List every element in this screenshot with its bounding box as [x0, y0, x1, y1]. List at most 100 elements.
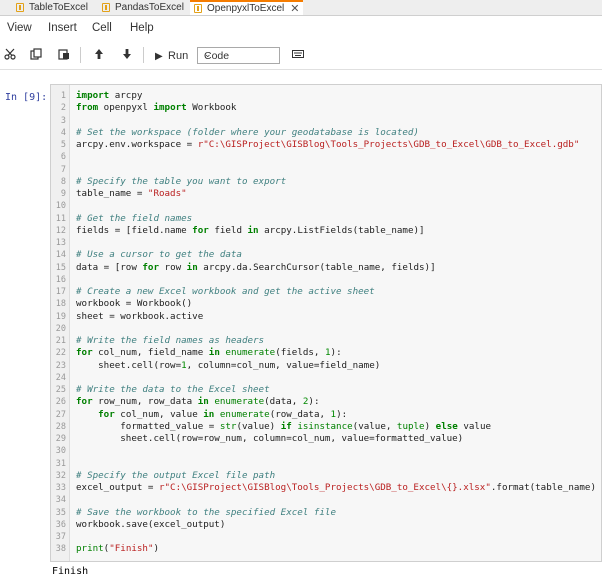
code-token: col_num, value [114, 408, 204, 420]
copy-icon[interactable] [30, 48, 42, 62]
line-number: 27 [55, 409, 66, 420]
code-token: # Create a new Excel workbook and get th… [76, 286, 375, 297]
menu-help[interactable]: Help [130, 22, 154, 34]
code-token: in [247, 224, 259, 236]
run-button[interactable]: ▶ Run [155, 48, 188, 62]
line-number: 17 [55, 287, 66, 297]
code-token: enumerate [214, 396, 265, 408]
code-token: col_num, field_name [92, 347, 209, 359]
code-text: sheet.cell(row=row_num, column=col_num, … [76, 433, 463, 445]
code-text: from openpyxl import Workbook [76, 102, 236, 114]
code-text: sheet = workbook.active [76, 311, 203, 323]
line-number: 15 [55, 262, 66, 273]
code-token: ) [424, 420, 436, 432]
line-number: 37 [55, 532, 66, 542]
code-text: # Write the field names as headers [76, 335, 264, 347]
code-text: # Get the field names [76, 213, 192, 225]
code-token: (fields, [275, 347, 325, 359]
code-text: for row_num, row_data in enumerate(data,… [76, 396, 320, 408]
code-token: tuple [396, 420, 425, 432]
code-line: 28 formatted_value = str(value) if isins… [51, 421, 601, 433]
code-line: 34 [51, 494, 601, 506]
code-token: # Use a cursor to get the data [76, 249, 242, 261]
code-line: 38 print("Finish") [51, 543, 601, 555]
line-number: 5 [60, 140, 66, 150]
close-icon[interactable]: ✕ [290, 2, 299, 15]
code-token: row_num, row_data [92, 396, 198, 408]
code-token: formatted_value = [76, 420, 220, 432]
code-token: (row_data, [269, 408, 331, 420]
code-line: 15 data = [row for row in arcpy.da.Search… [51, 261, 601, 274]
move-up-icon[interactable] [94, 48, 104, 62]
code-line: 22 for col_num, field_name in enumerate(f… [51, 347, 601, 359]
tab-openpyxl-to-excel[interactable]: OpenpyxlToExcel ✕ [190, 0, 304, 15]
code-token: (value, [352, 420, 397, 432]
paste-icon[interactable] [58, 48, 70, 62]
code-token: sheet.cell(row=row_num, column=col_num, … [76, 433, 464, 444]
code-line: 14 # Use a cursor to get the data [51, 249, 601, 261]
code-token: field [208, 224, 248, 236]
code-token: # Write the data to the Excel sheet [76, 384, 270, 395]
code-text: formatted_value = str(value) if isinstan… [76, 421, 491, 433]
code-token: row [159, 261, 187, 273]
code-token: from [76, 102, 99, 114]
line-number: 8 [60, 176, 66, 187]
code-token: enumerate [225, 347, 276, 359]
code-text: # Specify the table you want to export [76, 176, 286, 188]
code-line: 29 sheet.cell(row=row_num, column=col_nu… [51, 433, 601, 445]
code-line: 6 [51, 151, 601, 163]
line-number: 30 [55, 446, 66, 457]
code-line: 8 # Specify the table you want to export [51, 176, 601, 188]
code-text: # Save the workbook to the specified Exc… [76, 507, 336, 519]
line-number: 34 [55, 495, 66, 506]
code-token: # Specify the output Excel file path [76, 469, 276, 481]
menu-insert[interactable]: Insert [48, 22, 77, 34]
line-number: 33 [55, 483, 66, 493]
code-line: 26 for row_num, row_data in enumerate(dat… [51, 396, 601, 408]
code-token: ): [336, 408, 348, 420]
menu-view[interactable]: View [7, 22, 32, 34]
code-token: # Write the field names as headers [76, 335, 265, 346]
code-text: # Set the workspace (folder where your g… [76, 127, 419, 139]
code-token: print [76, 543, 104, 555]
line-number: 14 [55, 250, 66, 261]
code-line: 36 workbook.save(excel_output) [51, 519, 601, 531]
code-token: value [457, 420, 492, 432]
tab-table-to-excel[interactable]: TableToExcel [16, 0, 88, 15]
input-prompt: In [9]: [5, 92, 48, 103]
line-number: 19 [55, 311, 66, 322]
code-token: r"C:\GISProject\GISBlog\Tools_Projects\G… [197, 139, 580, 150]
keyboard-icon[interactable] [292, 48, 304, 62]
move-down-icon[interactable] [122, 48, 132, 62]
line-number: 2 [60, 103, 66, 114]
cut-icon[interactable] [4, 48, 16, 62]
code-text: workbook.save(excel_output) [76, 519, 225, 531]
menu-cell[interactable]: Cell [92, 22, 112, 34]
cell-type-select[interactable]: Code ⌄ [197, 47, 280, 64]
code-token: "Roads" [147, 188, 187, 199]
menu-bar: View Insert Cell Help [0, 15, 602, 42]
code-line: 3 [51, 115, 601, 127]
code-token: for [192, 224, 209, 236]
code-text: for col_num, value in enumerate(row_data… [76, 409, 347, 421]
line-number: 1 [60, 91, 66, 101]
code-line: 17 # Create a new Excel workbook and get … [51, 286, 601, 298]
code-line: 5 arcpy.env.workspace = r"C:\GISProject\G… [51, 139, 601, 151]
code-line: 2 from openpyxl import Workbook [51, 102, 601, 114]
code-text: # Write the data to the Excel sheet [76, 384, 270, 396]
line-number: 26 [55, 397, 66, 408]
code-text: # Specify the output Excel file path [76, 470, 275, 482]
line-number: 9 [60, 189, 66, 199]
code-line: 23 sheet.cell(row=1, column=col_num, val… [51, 360, 601, 372]
line-number: 3 [60, 115, 66, 126]
code-text: workbook = Workbook() [76, 298, 192, 310]
code-token: (value) [236, 420, 281, 432]
line-number: 23 [55, 360, 66, 371]
code-token: else [435, 420, 458, 432]
code-token: for [98, 408, 115, 420]
line-number: 20 [55, 323, 66, 334]
toolbar-divider [143, 47, 144, 63]
code-cell-editor[interactable]: 1 import arcpy 2 from openpyxl import Workb… [50, 84, 602, 562]
tab-pandas-to-excel[interactable]: PandasToExcel [102, 0, 184, 15]
line-number: 13 [55, 238, 66, 248]
